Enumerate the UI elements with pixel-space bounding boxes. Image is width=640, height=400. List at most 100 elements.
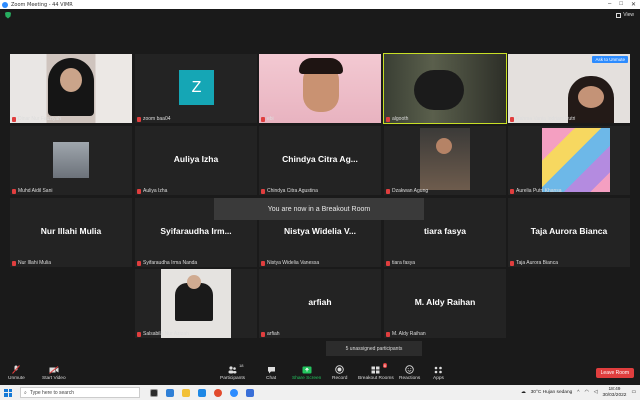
participant-name: Dzakwan Agung (392, 188, 429, 194)
participant-tile[interactable]: Dzakwan Agung (384, 126, 506, 195)
meeting-top-strip: View (0, 9, 640, 21)
shield-icon[interactable] (5, 11, 11, 19)
start-video-label: Start Video (42, 376, 66, 381)
record-label: Record (332, 376, 348, 381)
mic-muted-icon (12, 260, 16, 266)
participant-tile[interactable]: Nur Illahi Mulia Nur Illahi Mulia (10, 198, 132, 267)
clock[interactable]: 18:49 30/03/2022 (602, 387, 626, 398)
leave-room-button[interactable]: Leave Room (595, 368, 634, 378)
zoom-icon (2, 1, 8, 8)
chat-icon (266, 365, 276, 374)
participant-display-name: tiara fasya (423, 226, 467, 236)
participant-tile[interactable]: Chindya Citra Ag... Chindya Citra Agusti… (259, 126, 381, 195)
edge-icon[interactable] (166, 388, 174, 397)
breakout-room-notice: You are now in a Breakout Room (214, 198, 424, 220)
participant-tile[interactable]: Salsabila Nur Azizah (135, 269, 257, 338)
participant-name: Nistya Widelia Vanessa (267, 260, 320, 266)
participants-count: 18 (239, 363, 244, 368)
reactions-button[interactable]: Reactions (399, 365, 420, 381)
participant-display-name: Auliya Izha (173, 154, 219, 164)
participant-video-figure (414, 70, 464, 110)
mic-muted-icon (12, 116, 16, 122)
breakout-rooms-button[interactable]: 8 Breakout Rooms (358, 363, 394, 381)
participant-video-face (60, 68, 82, 92)
participant-tile[interactable]: ebi (259, 54, 381, 123)
share-screen-icon (302, 365, 312, 374)
mic-muted-icon (386, 188, 390, 194)
apps-icon (433, 365, 443, 374)
app-icon[interactable] (246, 388, 254, 397)
record-icon (335, 365, 345, 374)
participant-display-name: Syifaraudha Irm... (160, 226, 232, 236)
chrome-icon[interactable] (214, 388, 222, 397)
participant-tile[interactable]: Dinar Nur Fauziyah (10, 54, 132, 123)
participant-tile[interactable]: Ask to Unmute Rahma Vania Indriani Putri (508, 54, 630, 123)
participants-button[interactable]: 18 Participants (220, 363, 245, 381)
participant-tile[interactable]: arfiah arfiah (259, 269, 381, 338)
window-title: Zoom Meeting - 44 VIMR (11, 1, 73, 8)
mic-muted-icon (137, 260, 141, 266)
view-button[interactable]: View (616, 12, 634, 18)
mic-muted-icon (261, 188, 265, 194)
participant-tile[interactable]: Aurelia Putri Khansa (508, 126, 630, 195)
store-icon[interactable] (198, 388, 206, 397)
participant-name: tiara fasya (392, 260, 416, 266)
unmute-button[interactable]: Unmute (8, 365, 25, 381)
meeting-toolbar: Unmute Start Video 18 Participants Chat (0, 362, 640, 385)
participant-name: Taja Aurora Bianca (516, 260, 558, 266)
participant-name: algooth (392, 116, 409, 122)
mic-muted-icon (261, 116, 265, 122)
chat-button[interactable]: Chat (266, 365, 276, 381)
windows-start-icon[interactable] (4, 388, 12, 397)
mic-muted-icon (261, 260, 265, 266)
participant-name: Aurelia Putri Khansa (516, 188, 562, 194)
chat-label: Chat (266, 376, 277, 381)
participant-display-name: Nur Illahi Mulia (40, 226, 102, 236)
ask-to-unmute-button[interactable]: Ask to Unmute (592, 56, 628, 63)
file-explorer-icon[interactable] (182, 388, 190, 397)
weather-text[interactable]: 30°C Hujan sedang (531, 390, 573, 395)
participant-name: Dinar Nur Fauziyah (18, 116, 62, 122)
smiley-icon (405, 365, 415, 374)
share-screen-button[interactable]: Share Screen (292, 365, 321, 381)
participant-tile[interactable]: Muhd Aidil Sani (10, 126, 132, 195)
chevron-up-icon[interactable]: ^ (577, 390, 579, 395)
record-button[interactable]: Record (332, 365, 347, 381)
notifications-icon[interactable]: ▭ (631, 390, 636, 395)
participant-tile-active-speaker[interactable]: algooth (383, 53, 507, 124)
participant-name: Syifaraudha Irma Nanda (143, 260, 198, 266)
participant-name: Chindya Citra Agustina (267, 188, 318, 194)
participant-video (542, 128, 610, 192)
wifi-icon[interactable]: ◠ (585, 390, 589, 395)
participant-video-face (436, 138, 452, 154)
search-icon: ⌕ (24, 389, 27, 396)
participant-name: Nur Illahi Mulia (18, 260, 52, 266)
participant-tile[interactable]: Auliya Izha Auliya Izha (135, 126, 257, 195)
zoom-window: Zoom Meeting - 44 VIMR – □ ✕ View Dinar … (0, 0, 640, 400)
volume-icon[interactable]: ◁ (594, 390, 598, 395)
mic-muted-icon (386, 331, 390, 337)
participant-display-name: arfiah (308, 297, 332, 307)
minimize-button[interactable]: – (608, 1, 611, 8)
participant-tile[interactable]: Taja Aurora Bianca Taja Aurora Bianca (508, 198, 630, 267)
unmute-label: Unmute (8, 376, 25, 381)
apps-label: Apps (433, 376, 444, 381)
maximize-button[interactable]: □ (619, 1, 623, 8)
zoom-taskbar-icon[interactable] (230, 388, 238, 397)
participant-tile[interactable]: Z zoom baa04 (135, 54, 257, 123)
apps-button[interactable]: Apps (433, 365, 444, 381)
taskbar-search[interactable]: ⌕ Type here to search (20, 387, 140, 398)
participant-tile[interactable]: M. Aldy Raihan M. Aldy Raihan (384, 269, 506, 338)
start-video-button[interactable]: Start Video (42, 365, 66, 381)
search-placeholder: Type here to search (29, 389, 75, 396)
task-view-icon[interactable] (150, 388, 158, 397)
video-off-icon (49, 365, 59, 374)
participant-name: Auliya Izha (143, 188, 168, 194)
participants-icon: 18 (228, 363, 244, 374)
mic-muted-icon (137, 331, 141, 337)
mic-muted-icon (510, 260, 514, 266)
breakout-rooms-label: Breakout Rooms (358, 376, 394, 381)
close-button[interactable]: ✕ (631, 1, 636, 8)
participant-name: arfiah (267, 331, 280, 337)
unassigned-participants-notice[interactable]: 5 unassigned participants (326, 341, 422, 356)
